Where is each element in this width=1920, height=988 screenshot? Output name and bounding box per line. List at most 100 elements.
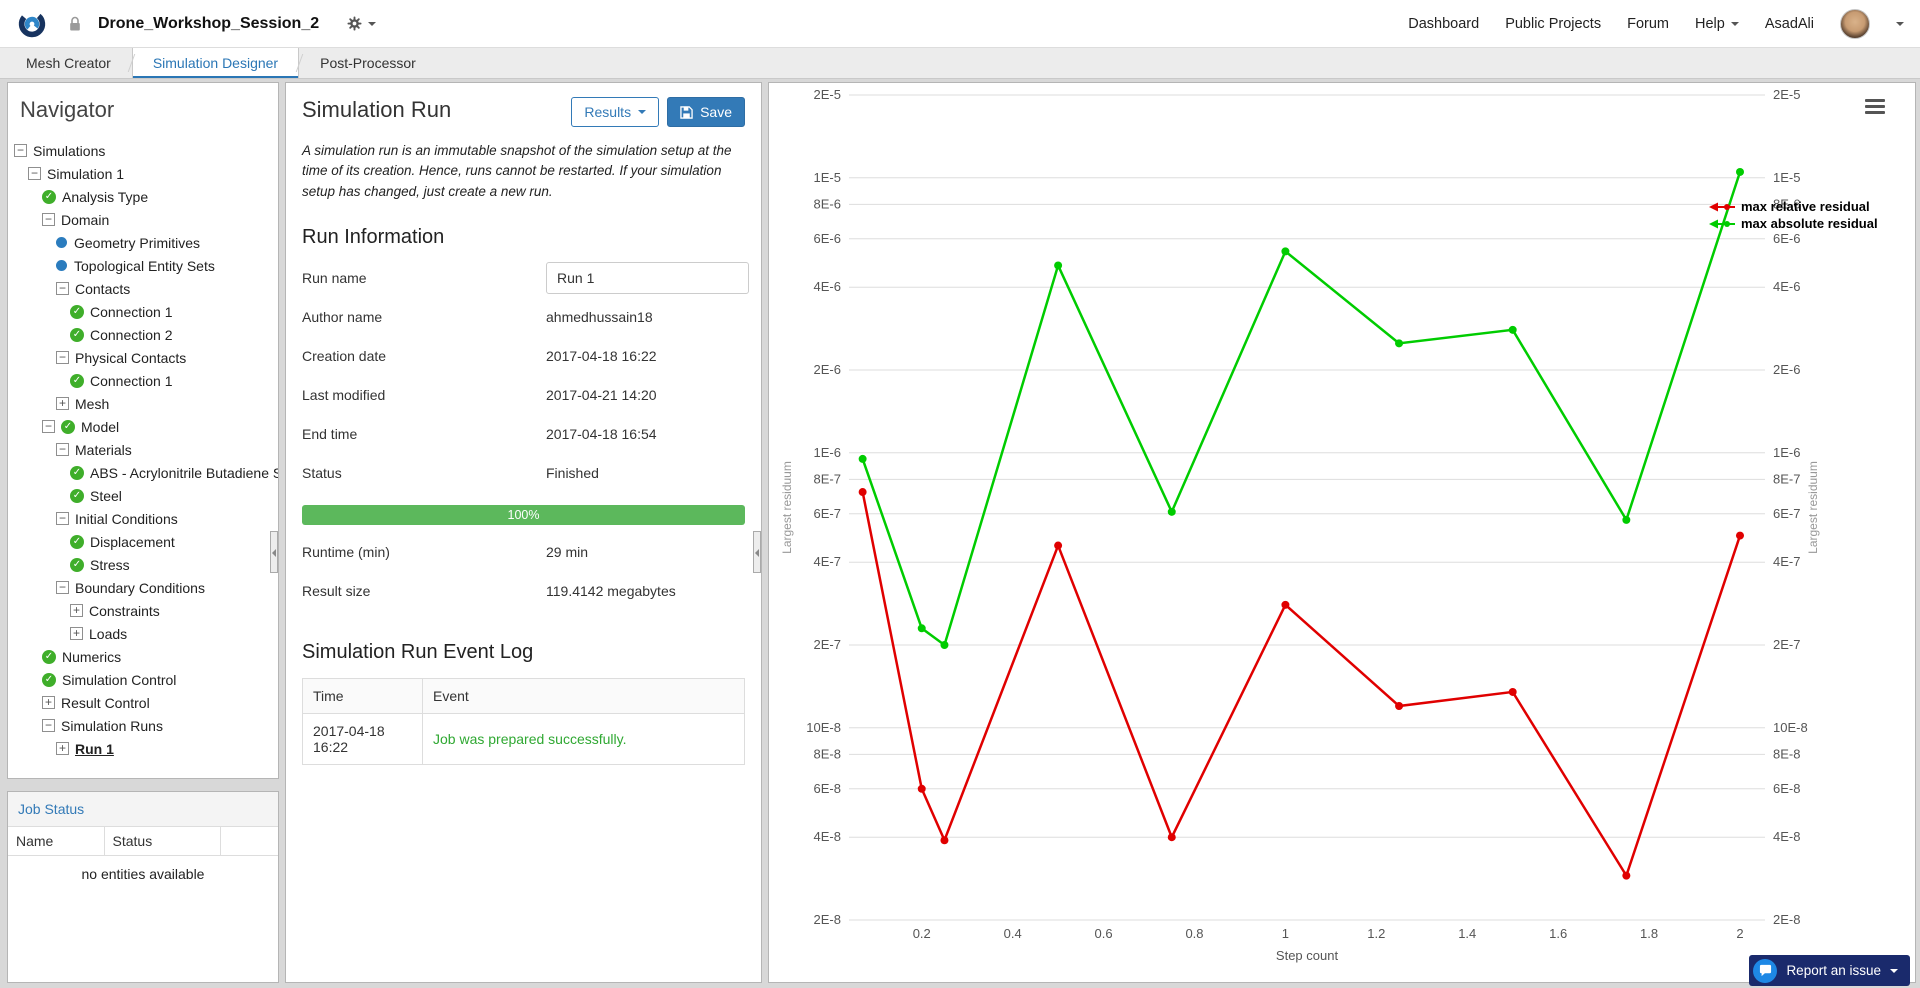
tree-item-label: Physical Contacts [75,349,187,366]
nav-username[interactable]: AsadAli [1765,16,1814,32]
x-tick-label: 0.2 [913,926,931,941]
legend-arrow-icon [1709,202,1718,212]
tree-item-boundary-conditions[interactable]: − Boundary Conditions [8,576,278,599]
y-tick-label-right: 8E-7 [1773,471,1800,486]
tree-item-label: Domain [61,211,110,228]
tree-item-displacement[interactable]: ✓ Displacement [8,530,278,553]
project-settings-button[interactable] [347,16,377,31]
expand-toggle-icon[interactable]: + [70,627,83,640]
job-status-col-name: Name [8,827,105,856]
event-log-heading: Simulation Run Event Log [302,640,534,663]
simscale-logo-icon[interactable] [16,8,48,40]
check-icon: ✓ [70,557,84,572]
tree-item-connection-1[interactable]: ✓ Connection 1 [8,369,278,392]
tree-item-simulation-control[interactable]: ✓ Simulation Control [8,668,278,691]
tree-item-connection-2[interactable]: ✓ Connection 2 [8,323,278,346]
tree-item-label: Run 1 [75,740,114,757]
field-run-name: Run name [302,259,749,298]
y-tick-label-right: 2E-8 [1773,912,1800,927]
check-icon: ✓ [42,189,56,204]
nav-help[interactable]: Help [1695,16,1739,32]
y-tick-label-left: 10E-8 [806,720,841,735]
tree-item-run-1[interactable]: + Run 1 [8,737,278,760]
expand-toggle-icon[interactable]: + [56,742,69,755]
collapse-toggle-icon[interactable]: − [42,213,55,226]
y-tick-label-left: 4E-8 [814,829,841,844]
field-value: 2017-04-18 16:54 [546,426,657,443]
tree-item-loads[interactable]: + Loads [8,622,278,645]
job-status-col-status: Status [104,827,221,856]
tab-post-processor[interactable]: Post-Processor [300,48,436,78]
tree-item-constraints[interactable]: + Constraints [8,599,278,622]
data-point [1622,515,1631,524]
nav-dashboard[interactable]: Dashboard [1408,16,1479,32]
y-tick-label-left: 1E-6 [814,445,841,460]
expand-toggle-icon[interactable]: + [42,696,55,709]
results-button[interactable]: Results [571,97,660,127]
tab-simulation-designer[interactable]: Simulation Designer [131,48,300,78]
navigator-collapse-handle[interactable] [270,531,278,573]
collapse-toggle-icon[interactable]: − [56,512,69,525]
collapse-toggle-icon[interactable]: − [56,443,69,456]
tree-item-physical-contacts[interactable]: − Physical Contacts [8,346,278,369]
results-button-label: Results [584,104,632,120]
chart-menu-icon[interactable] [1865,99,1885,114]
tree-item-geometry-primitives[interactable]: Geometry Primitives [8,231,278,254]
expand-toggle-icon[interactable]: + [56,397,69,410]
data-point [1167,833,1176,842]
collapse-toggle-icon[interactable]: − [56,351,69,364]
x-tick-label: 1.6 [1549,926,1567,941]
nav-public-projects[interactable]: Public Projects [1505,16,1601,32]
tree-item-label: Boundary Conditions [75,579,205,596]
tree-item-label: Steel [90,487,122,504]
nav-forum[interactable]: Forum [1627,16,1669,32]
y-tick-label-left: 4E-6 [814,279,841,294]
tree-item-label: Model [81,418,120,435]
tree-item-connection-1[interactable]: ✓ Connection 1 [8,300,278,323]
collapse-toggle-icon[interactable]: − [42,420,55,433]
tree-item-analysis-type[interactable]: ✓ Analysis Type [8,185,278,208]
user-avatar[interactable] [1840,8,1870,39]
report-issue-caret-icon[interactable] [1890,968,1898,973]
tree-item-steel[interactable]: ✓ Steel [8,484,278,507]
report-issue-button[interactable]: Report an issue [1749,955,1910,986]
x-tick-label: 1.4 [1458,926,1476,941]
field-last-modified: Last modified 2017-04-21 14:20 [302,376,745,415]
tree-item-simulation-runs[interactable]: − Simulation Runs [8,714,278,737]
data-point [1054,261,1063,270]
collapse-toggle-icon[interactable]: − [14,144,27,157]
run-panel-collapse-handle[interactable] [753,531,761,573]
field-end-time: End time 2017-04-18 16:54 [302,415,745,454]
run-name-input[interactable] [546,262,749,295]
event-log-row: 2017-04-18 16:22 Job was prepared success… [302,713,745,765]
data-point [1054,541,1063,550]
job-status-title[interactable]: Job Status [8,792,278,827]
y-tick-label-left: 6E-7 [814,506,841,521]
tree-item-result-control[interactable]: + Result Control [8,691,278,714]
tree-item-simulation-1[interactable]: − Simulation 1 [8,162,278,185]
save-button[interactable]: Save [667,97,745,127]
tree-item-domain[interactable]: − Domain [8,208,278,231]
y-tick-label-left: 2E-8 [814,912,841,927]
run-panel-title: Simulation Run [302,97,452,122]
field-label: Status [302,465,342,482]
tree-item-abs-acrylonitrile-butadiene-st[interactable]: ✓ ABS - Acrylonitrile Butadiene St... [8,461,278,484]
tree-item-materials[interactable]: − Materials [8,438,278,461]
tree-item-numerics[interactable]: ✓ Numerics [8,645,278,668]
tree-item-simulations[interactable]: − Simulations [8,139,278,162]
collapse-toggle-icon[interactable]: − [42,719,55,732]
tree-item-topological-entity-sets[interactable]: Topological Entity Sets [8,254,278,277]
tree-item-contacts[interactable]: − Contacts [8,277,278,300]
collapse-toggle-icon[interactable]: − [28,167,41,180]
tree-item-initial-conditions[interactable]: − Initial Conditions [8,507,278,530]
tree-item-model[interactable]: − ✓ Model [8,415,278,438]
collapse-toggle-icon[interactable]: − [56,581,69,594]
progress-track: 100% [302,504,745,525]
collapse-toggle-icon[interactable]: − [56,282,69,295]
tree-item-stress[interactable]: ✓ Stress [8,553,278,576]
tree-item-mesh[interactable]: + Mesh [8,392,278,415]
expand-toggle-icon[interactable]: + [70,604,83,617]
data-point [1281,600,1290,609]
user-menu-caret-icon[interactable] [1896,21,1904,26]
tab-mesh-creator[interactable]: Mesh Creator [6,48,131,78]
